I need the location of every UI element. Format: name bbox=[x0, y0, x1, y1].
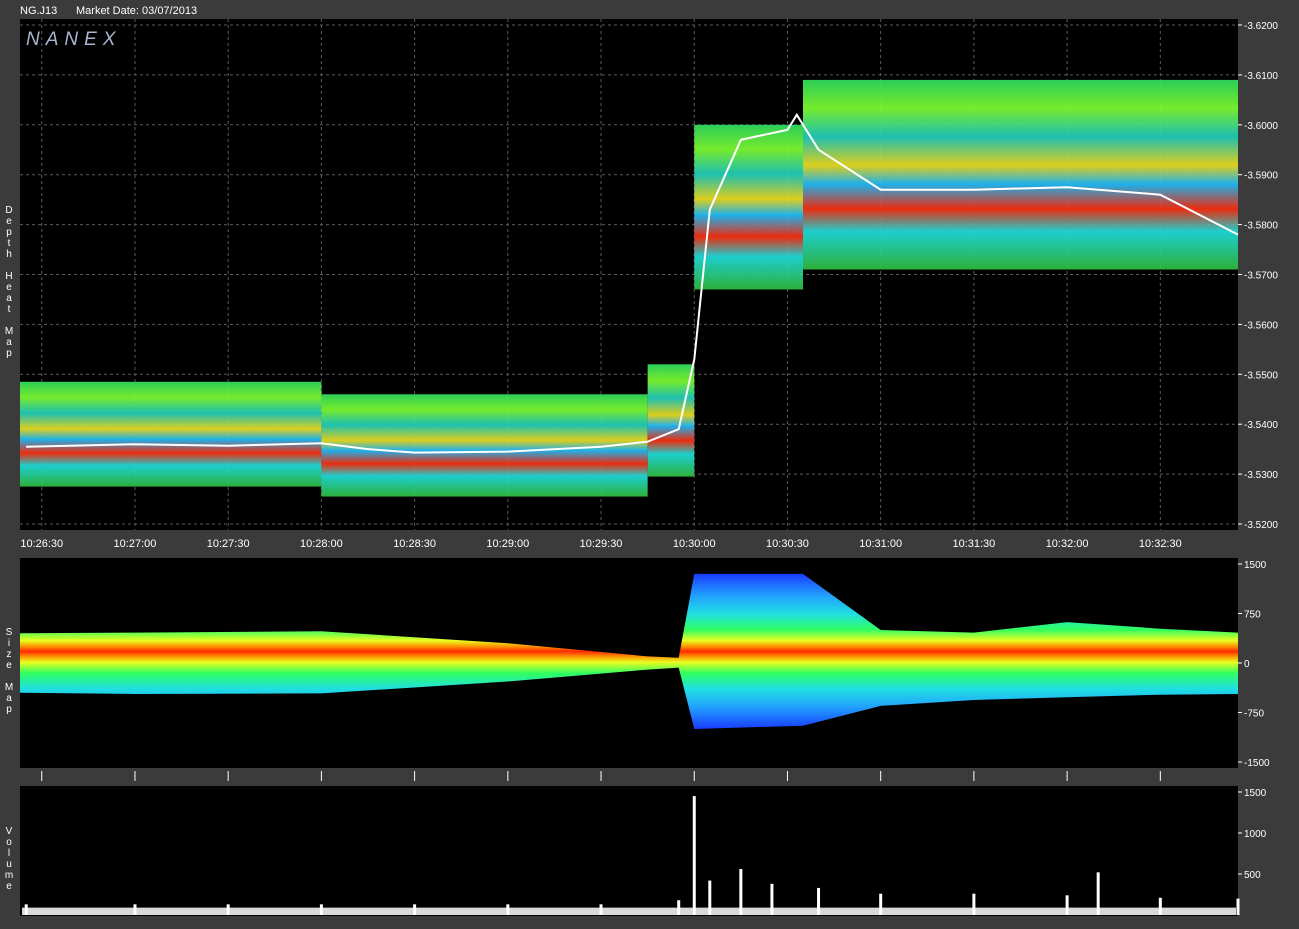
time-tick-label: 10:30:00 bbox=[673, 538, 716, 550]
chart-canvas: -3.6200 -3.6100 -3.6000 -3.5900 -3.5800 -3.57… bbox=[20, 19, 1278, 916]
volume-bar bbox=[692, 796, 696, 915]
time-tick-label: 10:31:00 bbox=[859, 538, 902, 550]
volume-axis-title: Volume bbox=[4, 826, 14, 892]
depth-axis-title: Depth Heat Map bbox=[4, 205, 14, 359]
depth-band bbox=[803, 79, 1238, 270]
time-tick-label: 10:26:30 bbox=[20, 538, 63, 550]
depth-y-tick-label: -3.5300 bbox=[1244, 470, 1278, 481]
size-axis-title: Size Map bbox=[4, 627, 14, 715]
volume-y-tick-label: 500 bbox=[1244, 870, 1261, 881]
time-tick-label: 10:30:30 bbox=[766, 538, 809, 550]
depth-y-tick-label: -3.5500 bbox=[1244, 370, 1278, 381]
depth-band bbox=[647, 364, 695, 477]
volume-y-tick-label: 1500 bbox=[1244, 788, 1267, 799]
size-y-tick-label: -1500 bbox=[1244, 758, 1270, 769]
time-tick-label: 10:27:00 bbox=[114, 538, 157, 550]
time-tick-label: 10:28:00 bbox=[300, 538, 343, 550]
time-tick-label: 10:29:00 bbox=[486, 538, 529, 550]
depth-band bbox=[321, 394, 648, 497]
size-y-tick-label: 750 bbox=[1244, 610, 1261, 621]
depth-band bbox=[20, 381, 322, 487]
depth-y-tick-label: -3.5700 bbox=[1244, 271, 1278, 282]
size-y-tick-label: -750 bbox=[1244, 709, 1264, 720]
volume-y-tick-label: 1000 bbox=[1244, 829, 1267, 840]
depth-y-tick-label: -3.5400 bbox=[1244, 420, 1278, 431]
volume-baseline-bars bbox=[22, 907, 1236, 915]
time-tick-label: 10:32:30 bbox=[1139, 538, 1182, 550]
depth-y-tick-label: -3.6000 bbox=[1244, 121, 1278, 132]
depth-y-tick-label: -3.5600 bbox=[1244, 320, 1278, 331]
depth-y-tick-label: -3.5800 bbox=[1244, 221, 1278, 232]
time-tick-label: 10:28:30 bbox=[393, 538, 436, 550]
volume-bar bbox=[1236, 898, 1240, 915]
volume-panel bbox=[20, 786, 1238, 916]
time-tick-label: 10:27:30 bbox=[207, 538, 250, 550]
size-y-tick-label: 0 bbox=[1244, 659, 1250, 670]
depth-y-tick-label: -3.6100 bbox=[1244, 71, 1278, 82]
depth-y-tick-label: -3.6200 bbox=[1244, 21, 1278, 32]
time-tick-label: 10:32:00 bbox=[1046, 538, 1089, 550]
time-tick-label: 10:31:30 bbox=[952, 538, 995, 550]
brand-logo: NANEX bbox=[26, 29, 121, 50]
depth-y-tick-label: -3.5900 bbox=[1244, 171, 1278, 182]
time-tick-label: 10:29:30 bbox=[580, 538, 623, 550]
depth-y-tick-label: -3.5200 bbox=[1244, 520, 1278, 531]
size-y-tick-label: 1500 bbox=[1244, 560, 1267, 571]
